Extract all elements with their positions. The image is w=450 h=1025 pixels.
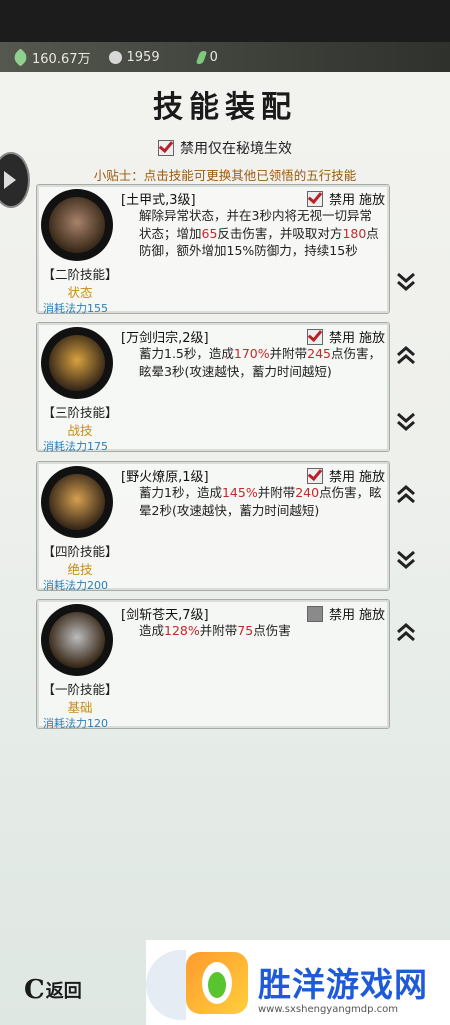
resource-feather-value: 0 bbox=[209, 49, 218, 65]
highlight-value: 75 bbox=[237, 623, 254, 638]
watermark-overlay: 胜洋游戏网 www.sxshengyangmdp.com bbox=[146, 940, 450, 1025]
disable-checkbox[interactable] bbox=[306, 605, 323, 622]
description-text: 点伤害 bbox=[253, 623, 291, 638]
description-text: 并附带 bbox=[269, 346, 308, 361]
skill-name: [万剑归宗,2级] bbox=[121, 331, 209, 346]
secret-realm-only-checkbox[interactable] bbox=[158, 140, 174, 156]
watermark-url: www.sxshengyangmdp.com bbox=[258, 1004, 399, 1015]
highlight-value: 240 bbox=[295, 485, 320, 500]
skill-controls: 禁用 施放 bbox=[306, 189, 385, 208]
earth-armor-icon[interactable] bbox=[41, 189, 113, 261]
skill-description: 蓄力1秒，造成145%并附带240点伤害，眩晕2秒(攻速越快，蓄力时间越短) bbox=[139, 484, 384, 519]
move-down-chevron-icon[interactable] bbox=[396, 410, 416, 432]
skill-card[interactable]: 【三阶技能】 战技 消耗法力175 [万剑归宗,2级] 禁用 施放 蓄力1.5秒，造成170… bbox=[36, 322, 390, 453]
watermark-text: 胜洋游戏网 bbox=[258, 965, 428, 1004]
silver-icon bbox=[108, 50, 122, 64]
side-expand-arrow-icon[interactable] bbox=[0, 152, 30, 208]
back-arrow-icon: C bbox=[24, 975, 45, 1005]
highlight-value: 65 bbox=[201, 225, 218, 241]
cast-button[interactable]: 施放 bbox=[359, 466, 385, 485]
skill-category: 战技 bbox=[67, 423, 93, 438]
disable-label: 禁用 bbox=[328, 470, 355, 485]
watermark-logo-icon bbox=[186, 952, 248, 1014]
skill-category: 状态 bbox=[67, 285, 93, 300]
cast-button[interactable]: 施放 bbox=[359, 327, 385, 346]
jade-icon bbox=[11, 47, 30, 67]
disable-label: 禁用 bbox=[328, 193, 355, 208]
description-text: 造成 bbox=[139, 623, 165, 638]
skill-card[interactable]: 【四阶技能】 绝技 消耗法力200 [野火燎原,1级] 禁用 施放 蓄力1秒，造成145%并… bbox=[36, 461, 390, 592]
skill-mana-cost: 消耗法力175 bbox=[43, 440, 108, 453]
tip-text: 小贴士：点击技能可更换其他已领悟的五行技能 bbox=[93, 168, 357, 183]
secret-realm-only-label: 禁用仅在秘境生效 bbox=[180, 141, 292, 157]
skill-controls: 禁用 施放 bbox=[306, 466, 385, 485]
back-button[interactable]: C 返回 bbox=[24, 975, 82, 1005]
skill-description: 解除异常状态，并在3秒内将无视一切异常状态；增加65反击伤害，并吸取对方180点… bbox=[139, 207, 384, 260]
skill-tier: 【四阶技能】 bbox=[42, 544, 118, 559]
wildfire-icon[interactable] bbox=[41, 466, 113, 538]
page-title: 技能装配 bbox=[153, 90, 297, 125]
watermark-bubble bbox=[146, 950, 186, 1020]
skill-card[interactable]: 【二阶技能】 状态消耗法力155 [土甲式,3级] 禁用 施放 解除异常状态，并在3秒内将… bbox=[36, 184, 390, 315]
skill-name: [剑斩苍天,7级] bbox=[121, 608, 209, 623]
resource-feather: 0 bbox=[195, 49, 218, 65]
highlight-value: 180 bbox=[342, 225, 367, 241]
sword-slash-icon[interactable] bbox=[41, 604, 113, 676]
skill-name: [野火燎原,1级] bbox=[121, 470, 209, 485]
cast-button[interactable]: 施放 bbox=[359, 189, 385, 208]
skill-card[interactable]: 【一阶技能】 基础 消耗法力120 [剑斩苍天,7级] 禁用 施放 造成128%并附带75点… bbox=[36, 599, 390, 730]
move-up-chevron-icon[interactable] bbox=[396, 484, 416, 506]
skill-controls: 禁用 施放 bbox=[306, 604, 385, 623]
skill-category: 基础 bbox=[67, 700, 93, 715]
description-text: 并附带 bbox=[257, 485, 296, 500]
highlight-value: 245 bbox=[307, 346, 332, 361]
resource-bar: 160.67万 1959 0 bbox=[0, 42, 450, 72]
resource-silver-value: 1959 bbox=[126, 49, 160, 65]
description-text: 并附带 bbox=[199, 623, 238, 638]
move-up-chevron-icon[interactable] bbox=[396, 345, 416, 367]
cast-button[interactable]: 施放 bbox=[359, 604, 385, 623]
skill-category: 绝技 bbox=[67, 562, 93, 577]
sword-rain-icon[interactable] bbox=[41, 327, 113, 399]
description-text: 蓄力1.5秒，造成 bbox=[139, 346, 234, 361]
resource-jade-value: 160.67万 bbox=[32, 51, 91, 67]
highlight-value: 128% bbox=[164, 623, 200, 638]
skill-controls: 禁用 施放 bbox=[306, 327, 385, 346]
secret-realm-only-option[interactable]: 禁用仅在秘境生效 bbox=[158, 138, 292, 158]
skill-tier: 【一阶技能】 bbox=[42, 682, 118, 697]
move-down-chevron-icon[interactable] bbox=[396, 270, 416, 292]
disable-checkbox[interactable] bbox=[306, 467, 323, 484]
disable-checkbox[interactable] bbox=[306, 190, 323, 207]
move-up-chevron-icon[interactable] bbox=[396, 622, 416, 644]
description-text: 蓄力1秒，造成 bbox=[139, 485, 222, 500]
skill-mana-cost: 消耗法力200 bbox=[43, 579, 108, 592]
back-label: 返回 bbox=[45, 981, 82, 1002]
resource-silver: 1959 bbox=[108, 49, 160, 65]
skill-mana-cost: 消耗法力155 bbox=[43, 302, 108, 315]
move-down-chevron-icon[interactable] bbox=[396, 548, 416, 570]
skill-tier: 【二阶技能】 bbox=[42, 267, 118, 282]
top-status-bar bbox=[0, 0, 450, 42]
skill-mana-cost: 消耗法力120 bbox=[43, 717, 108, 730]
disable-label: 禁用 bbox=[328, 331, 355, 346]
highlight-value: 145% bbox=[221, 485, 258, 500]
skill-name: [土甲式,3级] bbox=[121, 193, 196, 208]
skill-description: 造成128%并附带75点伤害 bbox=[139, 622, 384, 640]
skill-tier: 【三阶技能】 bbox=[42, 405, 118, 420]
disable-label: 禁用 bbox=[328, 608, 355, 623]
description-text: 反击伤害，并吸取对方 bbox=[217, 225, 343, 241]
feather-icon bbox=[195, 50, 207, 64]
resource-jade: 160.67万 bbox=[11, 47, 91, 67]
highlight-value: 170% bbox=[233, 346, 270, 361]
skill-description: 蓄力1.5秒，造成170%并附带245点伤害，眩晕3秒(攻速越快，蓄力时间越短) bbox=[139, 345, 384, 380]
disable-checkbox[interactable] bbox=[306, 328, 323, 345]
